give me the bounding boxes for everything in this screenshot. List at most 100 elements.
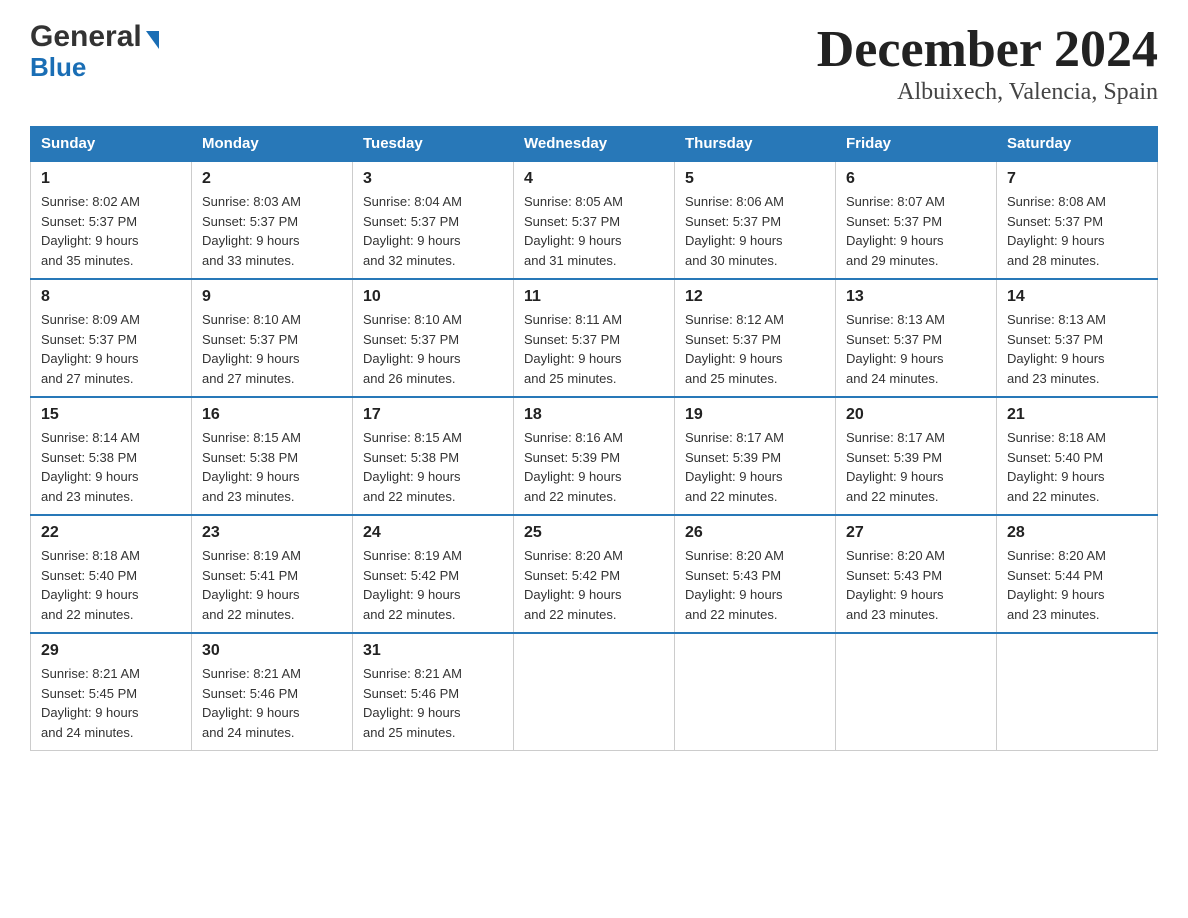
day-info: Sunrise: 8:17 AM Sunset: 5:39 PM Dayligh… [685,428,825,506]
day-number: 6 [846,170,986,188]
day-number: 8 [41,288,181,306]
day-info: Sunrise: 8:21 AM Sunset: 5:45 PM Dayligh… [41,664,181,742]
day-number: 19 [685,406,825,424]
day-info: Sunrise: 8:03 AM Sunset: 5:37 PM Dayligh… [202,192,342,270]
day-number: 4 [524,170,664,188]
calendar-day-cell: 7 Sunrise: 8:08 AM Sunset: 5:37 PM Dayli… [997,161,1158,279]
calendar-day-cell: 23 Sunrise: 8:19 AM Sunset: 5:41 PM Dayl… [192,515,353,633]
calendar-day-cell: 16 Sunrise: 8:15 AM Sunset: 5:38 PM Dayl… [192,397,353,515]
day-number: 26 [685,524,825,542]
day-info: Sunrise: 8:16 AM Sunset: 5:39 PM Dayligh… [524,428,664,506]
calendar-day-cell: 26 Sunrise: 8:20 AM Sunset: 5:43 PM Dayl… [675,515,836,633]
day-number: 1 [41,170,181,188]
calendar-day-cell: 24 Sunrise: 8:19 AM Sunset: 5:42 PM Dayl… [353,515,514,633]
calendar-day-cell: 25 Sunrise: 8:20 AM Sunset: 5:42 PM Dayl… [514,515,675,633]
day-info: Sunrise: 8:18 AM Sunset: 5:40 PM Dayligh… [41,546,181,624]
day-number: 5 [685,170,825,188]
calendar-day-cell: 8 Sunrise: 8:09 AM Sunset: 5:37 PM Dayli… [31,279,192,397]
day-number: 23 [202,524,342,542]
day-info: Sunrise: 8:10 AM Sunset: 5:37 PM Dayligh… [363,310,503,388]
day-info: Sunrise: 8:15 AM Sunset: 5:38 PM Dayligh… [202,428,342,506]
calendar-header-row: SundayMondayTuesdayWednesdayThursdayFrid… [31,127,1158,162]
day-info: Sunrise: 8:06 AM Sunset: 5:37 PM Dayligh… [685,192,825,270]
day-info: Sunrise: 8:09 AM Sunset: 5:37 PM Dayligh… [41,310,181,388]
weekday-header: Saturday [997,127,1158,162]
calendar-day-cell: 15 Sunrise: 8:14 AM Sunset: 5:38 PM Dayl… [31,397,192,515]
calendar-day-cell: 20 Sunrise: 8:17 AM Sunset: 5:39 PM Dayl… [836,397,997,515]
page-subtitle: Albuixech, Valencia, Spain [817,79,1158,106]
weekday-header: Tuesday [353,127,514,162]
calendar-day-cell: 29 Sunrise: 8:21 AM Sunset: 5:45 PM Dayl… [31,633,192,751]
logo-arrow-icon [146,31,159,49]
day-info: Sunrise: 8:05 AM Sunset: 5:37 PM Dayligh… [524,192,664,270]
day-number: 12 [685,288,825,306]
calendar-week-row: 29 Sunrise: 8:21 AM Sunset: 5:45 PM Dayl… [31,633,1158,751]
day-number: 31 [363,642,503,660]
logo: General Blue [30,20,159,82]
day-info: Sunrise: 8:20 AM Sunset: 5:44 PM Dayligh… [1007,546,1147,624]
day-number: 21 [1007,406,1147,424]
day-number: 22 [41,524,181,542]
calendar-day-cell: 12 Sunrise: 8:12 AM Sunset: 5:37 PM Dayl… [675,279,836,397]
calendar-day-cell: 6 Sunrise: 8:07 AM Sunset: 5:37 PM Dayli… [836,161,997,279]
calendar-table: SundayMondayTuesdayWednesdayThursdayFrid… [30,126,1158,751]
weekday-header: Thursday [675,127,836,162]
day-number: 17 [363,406,503,424]
day-info: Sunrise: 8:07 AM Sunset: 5:37 PM Dayligh… [846,192,986,270]
day-info: Sunrise: 8:14 AM Sunset: 5:38 PM Dayligh… [41,428,181,506]
calendar-day-cell: 9 Sunrise: 8:10 AM Sunset: 5:37 PM Dayli… [192,279,353,397]
page-header: General Blue December 2024 Albuixech, Va… [30,20,1158,106]
calendar-day-cell: 4 Sunrise: 8:05 AM Sunset: 5:37 PM Dayli… [514,161,675,279]
day-number: 18 [524,406,664,424]
calendar-day-cell [836,633,997,751]
weekday-header: Friday [836,127,997,162]
calendar-week-row: 8 Sunrise: 8:09 AM Sunset: 5:37 PM Dayli… [31,279,1158,397]
day-number: 16 [202,406,342,424]
day-number: 29 [41,642,181,660]
day-info: Sunrise: 8:13 AM Sunset: 5:37 PM Dayligh… [846,310,986,388]
calendar-day-cell: 2 Sunrise: 8:03 AM Sunset: 5:37 PM Dayli… [192,161,353,279]
calendar-day-cell: 30 Sunrise: 8:21 AM Sunset: 5:46 PM Dayl… [192,633,353,751]
weekday-header: Wednesday [514,127,675,162]
calendar-day-cell: 14 Sunrise: 8:13 AM Sunset: 5:37 PM Dayl… [997,279,1158,397]
calendar-day-cell [514,633,675,751]
day-info: Sunrise: 8:02 AM Sunset: 5:37 PM Dayligh… [41,192,181,270]
day-number: 9 [202,288,342,306]
day-info: Sunrise: 8:18 AM Sunset: 5:40 PM Dayligh… [1007,428,1147,506]
day-info: Sunrise: 8:17 AM Sunset: 5:39 PM Dayligh… [846,428,986,506]
day-info: Sunrise: 8:20 AM Sunset: 5:43 PM Dayligh… [846,546,986,624]
day-number: 14 [1007,288,1147,306]
day-info: Sunrise: 8:19 AM Sunset: 5:41 PM Dayligh… [202,546,342,624]
calendar-day-cell: 27 Sunrise: 8:20 AM Sunset: 5:43 PM Dayl… [836,515,997,633]
day-number: 30 [202,642,342,660]
day-number: 27 [846,524,986,542]
weekday-header: Sunday [31,127,192,162]
day-info: Sunrise: 8:10 AM Sunset: 5:37 PM Dayligh… [202,310,342,388]
day-number: 15 [41,406,181,424]
calendar-day-cell: 22 Sunrise: 8:18 AM Sunset: 5:40 PM Dayl… [31,515,192,633]
calendar-day-cell: 3 Sunrise: 8:04 AM Sunset: 5:37 PM Dayli… [353,161,514,279]
day-info: Sunrise: 8:11 AM Sunset: 5:37 PM Dayligh… [524,310,664,388]
day-number: 28 [1007,524,1147,542]
calendar-day-cell: 31 Sunrise: 8:21 AM Sunset: 5:46 PM Dayl… [353,633,514,751]
day-info: Sunrise: 8:12 AM Sunset: 5:37 PM Dayligh… [685,310,825,388]
calendar-day-cell: 1 Sunrise: 8:02 AM Sunset: 5:37 PM Dayli… [31,161,192,279]
calendar-day-cell: 11 Sunrise: 8:11 AM Sunset: 5:37 PM Dayl… [514,279,675,397]
calendar-week-row: 15 Sunrise: 8:14 AM Sunset: 5:38 PM Dayl… [31,397,1158,515]
calendar-day-cell [997,633,1158,751]
day-number: 24 [363,524,503,542]
day-number: 10 [363,288,503,306]
day-number: 7 [1007,170,1147,188]
day-number: 2 [202,170,342,188]
calendar-day-cell: 13 Sunrise: 8:13 AM Sunset: 5:37 PM Dayl… [836,279,997,397]
calendar-week-row: 1 Sunrise: 8:02 AM Sunset: 5:37 PM Dayli… [31,161,1158,279]
calendar-day-cell: 5 Sunrise: 8:06 AM Sunset: 5:37 PM Dayli… [675,161,836,279]
day-info: Sunrise: 8:19 AM Sunset: 5:42 PM Dayligh… [363,546,503,624]
day-number: 11 [524,288,664,306]
page-title: December 2024 [817,20,1158,79]
weekday-header: Monday [192,127,353,162]
logo-general-text: General [30,20,142,53]
day-info: Sunrise: 8:04 AM Sunset: 5:37 PM Dayligh… [363,192,503,270]
calendar-day-cell: 17 Sunrise: 8:15 AM Sunset: 5:38 PM Dayl… [353,397,514,515]
calendar-day-cell: 28 Sunrise: 8:20 AM Sunset: 5:44 PM Dayl… [997,515,1158,633]
